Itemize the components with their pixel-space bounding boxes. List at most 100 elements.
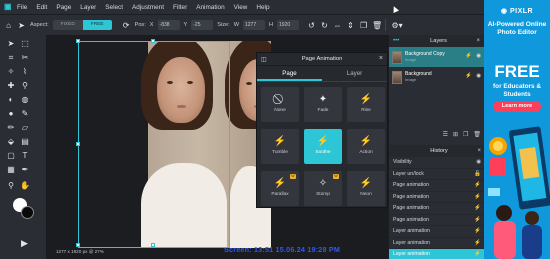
rotate-left-icon[interactable]: ↺ bbox=[307, 21, 316, 30]
rotate-right-icon[interactable]: ↻ bbox=[320, 21, 329, 30]
history-item[interactable]: Layer un/lock 🔓 bbox=[389, 169, 485, 180]
menu-view[interactable]: View bbox=[234, 4, 248, 11]
panel-dock-icon[interactable]: ◫ bbox=[261, 56, 267, 63]
pen-tool-icon[interactable]: ✒ bbox=[20, 165, 30, 175]
home-icon[interactable]: ⌂ bbox=[4, 21, 13, 30]
menu-edit[interactable]: Edit bbox=[36, 4, 47, 11]
text-tool-icon[interactable]: T bbox=[20, 151, 30, 161]
menu-layer[interactable]: Layer bbox=[80, 4, 96, 11]
history-item[interactable]: Page animation ⚡ bbox=[389, 180, 485, 192]
clone-stamp-icon[interactable]: ⚲ bbox=[20, 81, 30, 91]
menu-adjustment[interactable]: Adjustment bbox=[132, 4, 164, 11]
brush-tool-icon[interactable]: ✏ bbox=[6, 123, 16, 133]
learn-more-button[interactable]: Learn more bbox=[493, 101, 541, 112]
effect-label: Action bbox=[359, 150, 373, 155]
dodge-tool-icon[interactable]: ◐ bbox=[6, 95, 16, 105]
wand-tool-icon[interactable]: ✧ bbox=[6, 67, 16, 77]
canvas-size-status: 1277 x 1920 px @ 27% bbox=[56, 249, 104, 254]
background-color-swatch[interactable] bbox=[21, 206, 34, 219]
arrange-tool-icon[interactable]: ➤ bbox=[6, 39, 16, 49]
history-item[interactable]: Page animation ⚡ bbox=[389, 192, 485, 203]
heal-tool-icon[interactable]: ✚ bbox=[6, 81, 16, 91]
color-picker-icon[interactable]: ✎ bbox=[20, 109, 30, 119]
duplicate-layer-icon[interactable]: ❐ bbox=[463, 131, 468, 141]
history-item[interactable]: Layer animation ⚡ bbox=[389, 238, 485, 249]
hand-tool-icon[interactable]: ✋ bbox=[20, 181, 30, 191]
crop-tool-icon[interactable]: ⌗ bbox=[6, 53, 16, 63]
menu-filter[interactable]: Filter bbox=[173, 4, 187, 11]
eraser-tool-icon[interactable]: ▱ bbox=[20, 123, 30, 133]
panel-menu-icon[interactable]: ••• bbox=[393, 38, 399, 44]
history-item[interactable]: Visibility ◉ bbox=[389, 157, 485, 169]
menubar: ▣ File Edit Page Layer Select Adjustment… bbox=[0, 0, 484, 14]
ad-headline: AI-Powered Online Photo Editor bbox=[487, 21, 547, 36]
size-w-input[interactable]: 1277 bbox=[242, 20, 265, 30]
close-icon[interactable]: × bbox=[476, 38, 480, 44]
app-logo-icon[interactable]: ▣ bbox=[4, 3, 12, 11]
effect-none-button[interactable]: ⃠ None bbox=[261, 87, 299, 122]
effect-rise-button[interactable]: ⚡ Rise bbox=[347, 87, 385, 122]
effect-action-button[interactable]: ⚡ Action bbox=[347, 129, 385, 164]
drop-tool-icon[interactable]: ● bbox=[6, 109, 16, 119]
liquify-tool-icon[interactable]: ⌇ bbox=[20, 67, 30, 77]
animation-bolt-icon: ⚡ bbox=[474, 193, 481, 200]
pos-x-input[interactable]: -838 bbox=[157, 20, 180, 30]
effect-soothe-button[interactable]: ⚡ Soothe bbox=[304, 129, 342, 164]
layer-item[interactable]: Background Image ⚡ ◉ bbox=[389, 67, 484, 87]
pos-x-label: X bbox=[149, 22, 154, 28]
flip-horizontal-icon[interactable]: ⇔ bbox=[333, 21, 342, 30]
aspect-fixed-option[interactable]: FIXED bbox=[52, 20, 83, 30]
delete-icon[interactable]: 🗑 bbox=[372, 21, 382, 30]
effect-neon-button[interactable]: ⚡ Neon bbox=[347, 171, 385, 206]
layer-item[interactable]: Background Copy Image ⚡ ◉ bbox=[389, 47, 484, 67]
menu-file[interactable]: File bbox=[17, 4, 27, 11]
settings-gear-icon[interactable]: ⚙▾ bbox=[390, 21, 404, 30]
close-icon[interactable]: × bbox=[477, 148, 481, 154]
menu-help[interactable]: Help bbox=[256, 4, 269, 11]
effect-parallax-button[interactable]: W ⚡ Parallax bbox=[261, 171, 299, 206]
arrange-tool-icon[interactable]: ➤ bbox=[17, 21, 26, 30]
sponge-tool-icon[interactable]: ◍ bbox=[20, 95, 30, 105]
visibility-eye-icon[interactable]: ◉ bbox=[476, 53, 481, 59]
flip-vertical-icon[interactable]: ⇕ bbox=[346, 21, 355, 30]
zoom-tool-icon[interactable]: ⚲ bbox=[6, 181, 16, 191]
tab-layer[interactable]: Layer bbox=[322, 66, 387, 81]
play-animation-icon[interactable]: ▶ bbox=[21, 238, 28, 249]
menu-animation[interactable]: Animation bbox=[196, 4, 224, 11]
history-label: Layer animation bbox=[393, 251, 430, 258]
tab-page[interactable]: Page bbox=[257, 66, 322, 81]
menu-select[interactable]: Select bbox=[105, 4, 123, 11]
pos-y-input[interactable]: -25 bbox=[191, 20, 214, 30]
delete-layer-icon[interactable]: 🗑 bbox=[473, 131, 481, 141]
image-tool-icon[interactable]: ▦ bbox=[6, 165, 16, 175]
rotate-lock-icon[interactable]: ⟳ bbox=[122, 21, 131, 30]
add-layer-icon[interactable]: ⊞ bbox=[453, 131, 458, 141]
visibility-eye-icon[interactable]: ◉ bbox=[476, 73, 481, 79]
pixlr-ad-banner[interactable]: ◉ PIXLR AI-Powered Online Photo Editor F… bbox=[484, 0, 550, 259]
cutout-tool-icon[interactable]: ✂ bbox=[20, 53, 30, 63]
history-item[interactable]: Page animation ⚡ bbox=[389, 215, 485, 226]
history-item[interactable]: Page animation ⚡ bbox=[389, 203, 485, 215]
effect-stomp-button[interactable]: W ✧ Stomp bbox=[304, 171, 342, 206]
visibility-icon: ◉ bbox=[476, 159, 481, 166]
shape-tool-icon[interactable]: ▢ bbox=[6, 151, 16, 161]
effect-fade-button[interactable]: ✦ Fade bbox=[304, 87, 342, 122]
history-item-current[interactable]: Layer animation ⚡ bbox=[389, 249, 485, 259]
fill-bucket-icon[interactable]: ⬙ bbox=[6, 137, 16, 147]
aspect-free-option[interactable]: FREE bbox=[82, 20, 112, 30]
close-icon[interactable]: × bbox=[379, 55, 383, 62]
gradient-tool-icon[interactable]: ▤ bbox=[20, 137, 30, 147]
effect-tumble-button[interactable]: ⚡ Tumble bbox=[261, 129, 299, 164]
layer-settings-icon[interactable]: ☰ bbox=[443, 131, 448, 141]
canvas-photo[interactable] bbox=[79, 41, 271, 248]
history-item[interactable]: Layer animation ⚡ bbox=[389, 226, 485, 238]
layer-animation-icon[interactable]: ⚡ bbox=[465, 53, 472, 59]
marquee-select-icon[interactable]: ⬚ bbox=[20, 39, 30, 49]
menu-page[interactable]: Page bbox=[56, 4, 71, 11]
layer-animation-icon[interactable]: ⚡ bbox=[465, 73, 472, 79]
size-h-input[interactable]: 1920 bbox=[277, 20, 300, 30]
ad-brand-text: PIXLR bbox=[509, 8, 534, 15]
history-label: Page animation bbox=[393, 182, 430, 189]
action-icon: ⚡ bbox=[359, 136, 373, 147]
duplicate-icon[interactable]: ❐ bbox=[359, 21, 368, 30]
